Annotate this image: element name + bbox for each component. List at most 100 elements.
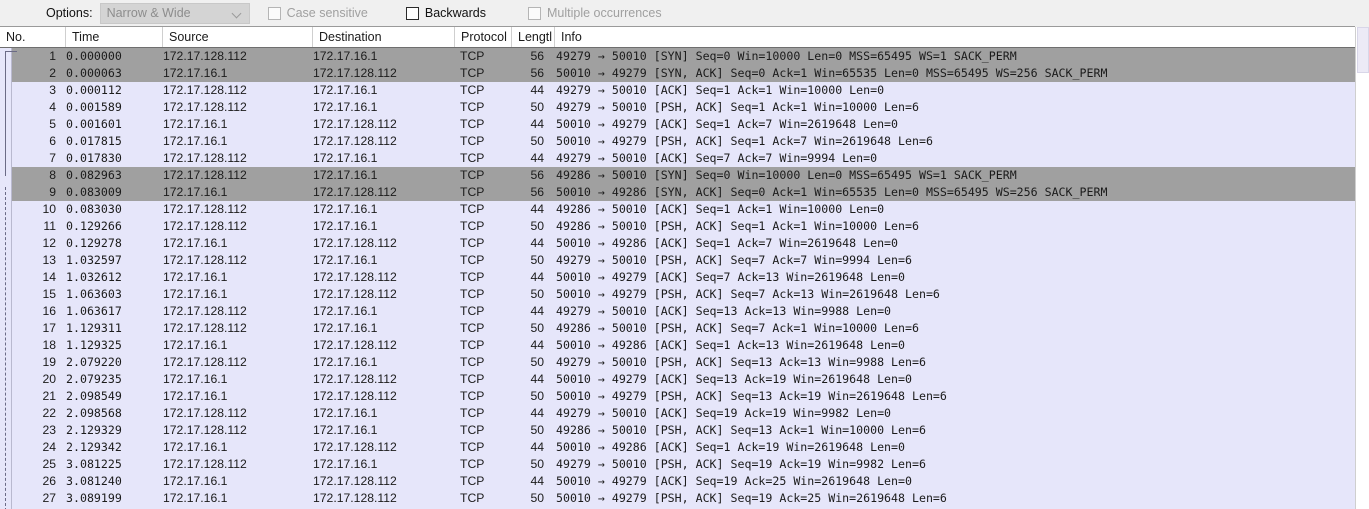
packet-row[interactable]: 16 1.063617 172.17.128.112 172.17.16.1 TCP 44… bbox=[0, 303, 1355, 320]
packet-row[interactable]: 24 2.129342 172.17.16.1 172.17.128.112 TCP 44… bbox=[0, 439, 1355, 456]
cell-source: 172.17.16.1 bbox=[163, 236, 228, 250]
cell-length: 44 bbox=[530, 440, 544, 454]
cell-no: 27 bbox=[42, 491, 56, 505]
packet-row[interactable]: 18 1.129325 172.17.16.1 172.17.128.112 TCP 44… bbox=[0, 337, 1355, 354]
cell-length: 44 bbox=[530, 372, 544, 386]
packet-row[interactable]: 23 2.129329 172.17.128.112 172.17.16.1 TCP 50… bbox=[0, 422, 1355, 439]
packet-row[interactable]: 26 3.081240 172.17.16.1 172.17.128.112 TCP 44… bbox=[0, 473, 1355, 490]
packet-row[interactable]: 5 0.001601 172.17.16.1 172.17.128.112 TCP 44 5… bbox=[0, 116, 1355, 133]
cell-no: 13 bbox=[42, 253, 56, 267]
packet-row[interactable]: 13 1.032597 172.17.128.112 172.17.16.1 TCP 50… bbox=[0, 252, 1355, 269]
cell-no: 23 bbox=[42, 423, 56, 437]
cell-time: 2.129329 bbox=[66, 423, 122, 437]
column-header-length[interactable]: Lengtl bbox=[512, 27, 555, 47]
packet-row[interactable]: 11 0.129266 172.17.128.112 172.17.16.1 TCP 50… bbox=[0, 218, 1355, 235]
column-header-source[interactable]: Source bbox=[163, 27, 313, 47]
packet-row[interactable]: 1 0.000000 172.17.128.112 172.17.16.1 TCP 56 4… bbox=[0, 48, 1355, 65]
cell-time: 1.032597 bbox=[66, 253, 122, 267]
packet-row[interactable]: 21 2.098549 172.17.16.1 172.17.128.112 TCP 50… bbox=[0, 388, 1355, 405]
cell-protocol: TCP bbox=[460, 491, 485, 505]
packet-row[interactable]: 12 0.129278 172.17.16.1 172.17.128.112 TCP 44… bbox=[0, 235, 1355, 252]
column-header-time[interactable]: Time bbox=[66, 27, 163, 47]
backwards-checkbox[interactable] bbox=[405, 6, 419, 20]
packet-row[interactable]: 8 0.082963 172.17.128.112 172.17.16.1 TCP 56 4… bbox=[0, 167, 1355, 184]
cell-length: 44 bbox=[530, 151, 544, 165]
search-mode-dropdown[interactable]: Narrow & Wide bbox=[99, 2, 250, 24]
column-header-no[interactable]: No. bbox=[0, 27, 66, 47]
cell-info: 49286 → 50010 [PSH, ACK] Seq=1 Ack=1 Win… bbox=[556, 219, 919, 233]
packet-row[interactable]: 19 2.079220 172.17.128.112 172.17.16.1 TCP 50… bbox=[0, 354, 1355, 371]
cell-no: 20 bbox=[42, 372, 56, 386]
packet-row[interactable]: 20 2.079235 172.17.16.1 172.17.128.112 TCP 44… bbox=[0, 371, 1355, 388]
packet-row[interactable]: 7 0.017830 172.17.128.112 172.17.16.1 TCP 44 4… bbox=[0, 150, 1355, 167]
cell-source: 172.17.128.112 bbox=[163, 202, 247, 216]
packet-row[interactable]: 3 0.000112 172.17.128.112 172.17.16.1 TCP 44 4… bbox=[0, 82, 1355, 99]
cell-protocol: TCP bbox=[460, 151, 485, 165]
column-header-info[interactable]: Info bbox=[555, 27, 1369, 47]
cell-no: 11 bbox=[43, 219, 56, 233]
scrollbar-corner bbox=[1355, 0, 1369, 27]
cell-info: 50010 → 49279 [PSH, ACK] Seq=19 Ack=25 W… bbox=[556, 491, 947, 505]
case-sensitive-checkbox[interactable] bbox=[267, 6, 281, 20]
packet-list-vertical-scrollbar[interactable] bbox=[1355, 27, 1369, 509]
cell-source: 172.17.16.1 bbox=[163, 117, 228, 131]
multiple-occurrences-label: Multiple occurrences bbox=[547, 6, 662, 20]
packet-row[interactable]: 2 0.000063 172.17.16.1 172.17.128.112 TCP 56 5… bbox=[0, 65, 1355, 82]
cell-protocol: TCP bbox=[460, 168, 485, 182]
packet-row[interactable]: 22 2.098568 172.17.128.112 172.17.16.1 TCP 44… bbox=[0, 405, 1355, 422]
packet-row[interactable]: 17 1.129311 172.17.128.112 172.17.16.1 TCP 50… bbox=[0, 320, 1355, 337]
cell-length: 44 bbox=[530, 202, 544, 216]
cell-info: 50010 → 49286 [ACK] Seq=1 Ack=13 Win=261… bbox=[556, 338, 906, 352]
packet-row[interactable]: 4 0.001589 172.17.128.112 172.17.16.1 TCP 50 4… bbox=[0, 99, 1355, 116]
packet-row[interactable]: 14 1.032612 172.17.16.1 172.17.128.112 TCP 44… bbox=[0, 269, 1355, 286]
cell-time: 0.000112 bbox=[66, 83, 122, 97]
cell-destination: 172.17.128.112 bbox=[313, 117, 397, 131]
cell-info: 49286 → 50010 [PSH, ACK] Seq=7 Ack=1 Win… bbox=[556, 321, 919, 335]
cell-info: 50010 → 49279 [ACK] Seq=7 Ack=13 Win=261… bbox=[556, 270, 906, 284]
cell-destination: 172.17.128.112 bbox=[313, 66, 397, 80]
cell-source: 172.17.128.112 bbox=[163, 355, 247, 369]
cell-info: 49286 → 50010 [PSH, ACK] Seq=13 Ack=1 Wi… bbox=[556, 423, 926, 437]
column-header-destination[interactable]: Destination bbox=[313, 27, 455, 47]
cell-protocol: TCP bbox=[460, 457, 485, 471]
cell-time: 0.083030 bbox=[66, 202, 122, 216]
cell-protocol: TCP bbox=[460, 338, 485, 352]
cell-time: 1.129311 bbox=[66, 321, 122, 335]
packet-list[interactable]: 1 0.000000 172.17.128.112 172.17.16.1 TCP 56 4… bbox=[0, 48, 1355, 509]
cell-info: 50010 → 49286 [SYN, ACK] Seq=0 Ack=1 Win… bbox=[556, 185, 1108, 199]
cell-time: 1.032612 bbox=[66, 270, 122, 284]
cell-destination: 172.17.16.1 bbox=[313, 219, 378, 233]
cell-length: 56 bbox=[530, 66, 544, 80]
cell-length: 50 bbox=[530, 287, 544, 301]
packet-row[interactable]: 6 0.017815 172.17.16.1 172.17.128.112 TCP 50 5… bbox=[0, 133, 1355, 150]
cell-no: 16 bbox=[42, 304, 56, 318]
cell-length: 44 bbox=[530, 270, 544, 284]
cell-time: 0.000063 bbox=[66, 66, 122, 80]
packet-row[interactable]: 9 0.083009 172.17.16.1 172.17.128.112 TCP 56 5… bbox=[0, 184, 1355, 201]
multiple-occurrences-checkbox-group[interactable]: Multiple occurrences bbox=[528, 6, 662, 20]
packet-row[interactable]: 27 3.089199 172.17.16.1 172.17.128.112 TCP 50… bbox=[0, 490, 1355, 507]
packet-row[interactable]: 25 3.081225 172.17.128.112 172.17.16.1 TCP 50… bbox=[0, 456, 1355, 473]
cell-time: 1.063603 bbox=[66, 287, 122, 301]
cell-time: 0.129278 bbox=[66, 236, 122, 250]
column-header-protocol[interactable]: Protocol bbox=[455, 27, 512, 47]
scrollbar-thumb[interactable] bbox=[1357, 27, 1369, 73]
cell-time: 3.089199 bbox=[66, 491, 122, 505]
cell-length: 50 bbox=[530, 355, 544, 369]
cell-protocol: TCP bbox=[460, 202, 485, 216]
cell-source: 172.17.16.1 bbox=[163, 287, 228, 301]
backwards-checkbox-group[interactable]: Backwards bbox=[405, 6, 486, 20]
cell-source: 172.17.128.112 bbox=[163, 219, 247, 233]
cell-info: 49279 → 50010 [ACK] Seq=13 Ack=13 Win=99… bbox=[556, 304, 892, 318]
cell-source: 172.17.128.112 bbox=[163, 49, 247, 63]
packet-row[interactable]: 15 1.063603 172.17.16.1 172.17.128.112 TCP 50… bbox=[0, 286, 1355, 303]
cell-source: 172.17.128.112 bbox=[163, 457, 247, 471]
multiple-occurrences-checkbox[interactable] bbox=[528, 6, 541, 20]
cell-info: 49279 → 50010 [PSH, ACK] Seq=1 Ack=1 Win… bbox=[556, 100, 919, 114]
case-sensitive-label: Case sensitive bbox=[286, 6, 368, 20]
cell-length: 44 bbox=[530, 117, 544, 131]
packet-row[interactable]: 10 0.083030 172.17.128.112 172.17.16.1 TCP 44… bbox=[0, 201, 1355, 218]
cell-no: 26 bbox=[42, 474, 56, 488]
case-sensitive-checkbox-group[interactable]: Case sensitive bbox=[267, 6, 368, 20]
find-options-toolbar: Options: Narrow & Wide Case sensitive Ba… bbox=[0, 0, 1369, 27]
